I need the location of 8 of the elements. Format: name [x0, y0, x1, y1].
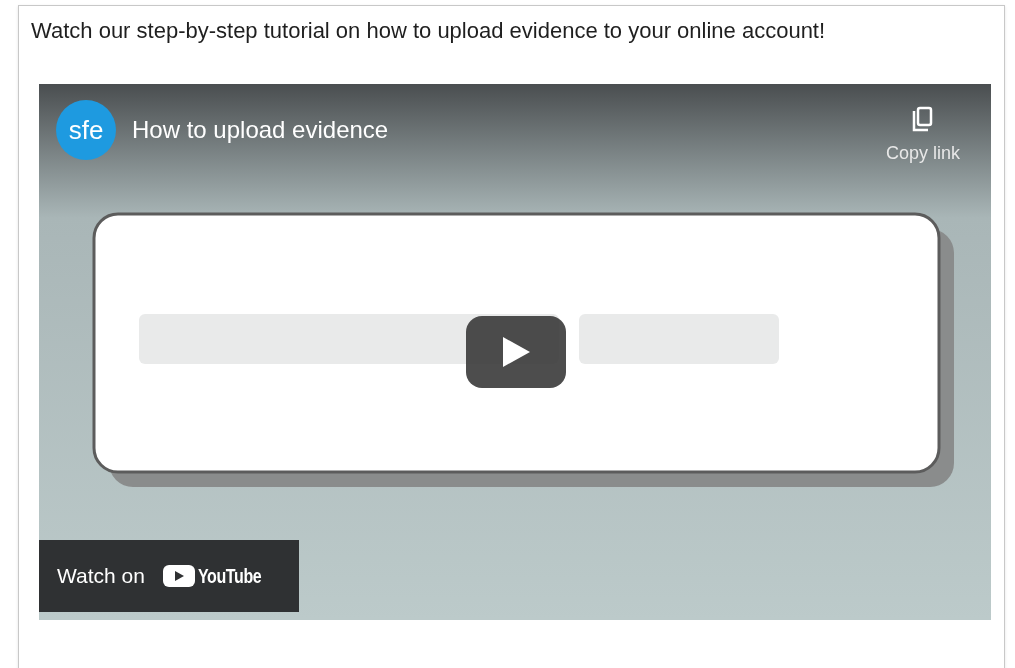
play-icon: [501, 336, 531, 368]
intro-text: Watch our step-by-step tutorial on how to upload evidence to your online account!: [31, 17, 827, 45]
watch-on-youtube-button[interactable]: Watch on YouTube: [39, 540, 299, 612]
youtube-logo-icon: [162, 565, 195, 587]
copy-icon: [912, 106, 934, 132]
video-title[interactable]: How to upload evidence: [132, 112, 389, 148]
play-button[interactable]: [466, 316, 566, 388]
copy-link-button[interactable]: Copy link: [885, 100, 974, 167]
